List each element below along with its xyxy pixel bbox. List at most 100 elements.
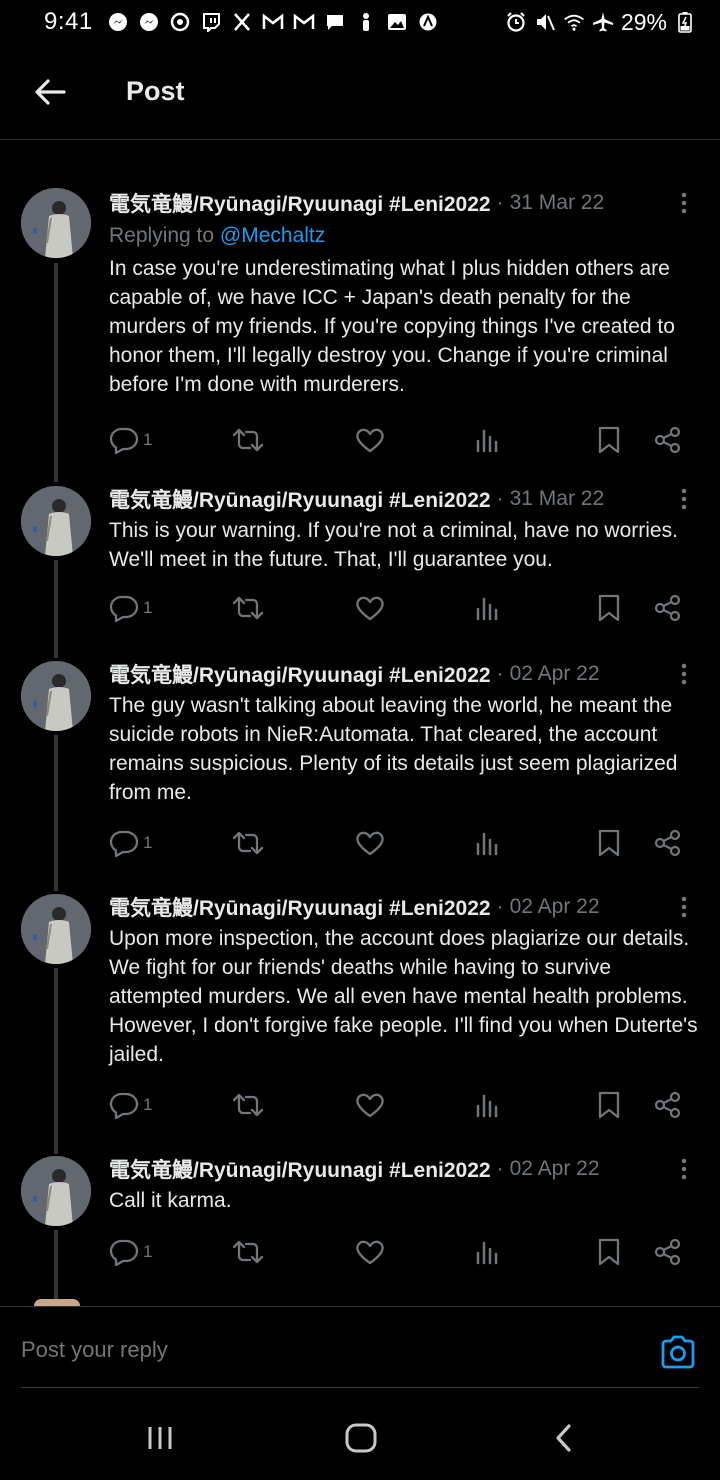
arrow-left-icon: [35, 78, 66, 105]
post-date[interactable]: 02 Apr 22: [510, 895, 600, 919]
page-title: Post: [126, 76, 185, 106]
reply-composer: [0, 1306, 720, 1388]
like-button[interactable]: [355, 1232, 385, 1272]
post-header: 電気竜鰻/Ryūnagi/Ryuunagi #Leni2022 · 02 Apr…: [109, 889, 700, 925]
twitch-icon: [200, 11, 222, 33]
share-button[interactable]: [653, 1085, 683, 1125]
post-date[interactable]: 02 Apr 22: [510, 1157, 600, 1181]
post-date[interactable]: 31 Mar 22: [510, 191, 605, 215]
views-button[interactable]: [473, 420, 501, 460]
reply-button[interactable]: 1: [109, 1232, 152, 1272]
back-nav-button[interactable]: [543, 1422, 583, 1454]
more-vertical-icon: [681, 192, 687, 214]
share-button[interactable]: [653, 1232, 683, 1272]
share-button[interactable]: [653, 823, 683, 863]
like-button[interactable]: [355, 588, 385, 628]
views-button[interactable]: [473, 588, 501, 628]
avatar[interactable]: [21, 1156, 91, 1226]
views-button[interactable]: [473, 1085, 501, 1125]
like-button[interactable]: [355, 823, 385, 863]
threads-icon: [169, 11, 191, 33]
reply-button[interactable]: 1: [109, 420, 152, 460]
heart-icon: [356, 596, 384, 621]
post-header: 電気竜鰻/Ryūnagi/Ryuunagi #Leni2022 · 02 Apr…: [109, 656, 700, 692]
home-icon: [345, 1423, 377, 1453]
recent-apps-icon: [148, 1427, 172, 1449]
post-date[interactable]: 31 Mar 22: [510, 487, 605, 511]
home-button[interactable]: [341, 1422, 381, 1454]
author-name[interactable]: 電気竜鰻/Ryūnagi/Ryuunagi #Leni2022: [109, 1154, 491, 1184]
views-button[interactable]: [473, 1232, 501, 1272]
bookmark-button[interactable]: [596, 1085, 622, 1125]
post-date[interactable]: 02 Apr 22: [510, 662, 600, 686]
reply-count: 1: [143, 833, 153, 852]
avatar[interactable]: [21, 661, 91, 731]
repost-button[interactable]: [231, 1232, 265, 1272]
more-options-button[interactable]: [672, 481, 696, 517]
author-name[interactable]: 電気竜鰻/Ryūnagi/Ryuunagi #Leni2022: [109, 659, 491, 689]
separator-dot: ·: [496, 662, 504, 685]
post-actions: 1: [109, 1085, 700, 1125]
reply-icon: [109, 1092, 139, 1119]
bookmark-icon: [598, 1238, 620, 1266]
camera-icon: [661, 1335, 695, 1369]
chevron-left-icon: [556, 1424, 571, 1452]
reply-input[interactable]: [21, 1337, 581, 1363]
repost-icon: [232, 831, 264, 855]
messenger-icon: [138, 11, 160, 33]
author-name[interactable]: 電気竜鰻/Ryūnagi/Ryuunagi #Leni2022: [109, 188, 491, 218]
like-button[interactable]: [355, 420, 385, 460]
more-options-button[interactable]: [672, 1151, 696, 1187]
repost-button[interactable]: [231, 1085, 265, 1125]
views-chart-icon: [476, 832, 498, 856]
battery-percent: 29%: [620, 8, 667, 35]
more-options-button[interactable]: [672, 656, 696, 692]
post-actions: 1: [109, 823, 700, 863]
post[interactable]: 電気竜鰻/Ryūnagi/Ryuunagi #Leni2022 · 31 Mar…: [0, 481, 720, 628]
reply-count: 1: [143, 430, 153, 449]
bookmark-button[interactable]: [596, 420, 622, 460]
views-chart-icon: [476, 429, 498, 453]
reply-button[interactable]: 1: [109, 823, 152, 863]
mention-link[interactable]: @Mechaltz: [220, 224, 325, 247]
reply-button[interactable]: 1: [109, 588, 152, 628]
repost-button[interactable]: [231, 588, 265, 628]
camera-button[interactable]: [660, 1335, 696, 1369]
post[interactable]: 電気竜鰻/Ryūnagi/Ryuunagi #Leni2022 · 02 Apr…: [0, 1151, 720, 1272]
post[interactable]: 電気竜鰻/Ryūnagi/Ryuunagi #Leni2022 · 02 Apr…: [0, 889, 720, 1125]
post-text: The guy wasn't talking about leaving the…: [109, 694, 678, 804]
separator-dot: ·: [496, 191, 504, 214]
bookmark-button[interactable]: [596, 588, 622, 628]
avatar[interactable]: [21, 188, 91, 258]
more-options-button[interactable]: [672, 185, 696, 221]
share-button[interactable]: [653, 420, 683, 460]
author-name[interactable]: 電気竜鰻/Ryūnagi/Ryuunagi #Leni2022: [109, 892, 491, 922]
avatar[interactable]: [21, 486, 91, 556]
views-chart-icon: [476, 1241, 498, 1265]
repost-button[interactable]: [231, 823, 265, 863]
gallery-icon: [386, 11, 408, 33]
avatar[interactable]: [21, 894, 91, 964]
post[interactable]: 電気竜鰻/Ryūnagi/Ryuunagi #Leni2022 · 31 Mar…: [0, 185, 720, 460]
recent-apps-button[interactable]: [140, 1422, 180, 1454]
separator-dot: ·: [496, 487, 504, 510]
views-button[interactable]: [473, 823, 501, 863]
more-vertical-icon: [681, 1158, 687, 1180]
author-name[interactable]: 電気竜鰻/Ryūnagi/Ryuunagi #Leni2022: [109, 484, 491, 514]
back-button[interactable]: [0, 44, 100, 140]
thread-feed[interactable]: 電気竜鰻/Ryūnagi/Ryuunagi #Leni2022 · 31 Mar…: [0, 141, 720, 1306]
more-options-button[interactable]: [672, 889, 696, 925]
post-header: 電気竜鰻/Ryūnagi/Ryuunagi #Leni2022 · 02 Apr…: [109, 1151, 700, 1187]
views-chart-icon: [476, 597, 498, 621]
bookmark-button[interactable]: [596, 1232, 622, 1272]
more-vertical-icon: [681, 488, 687, 510]
post-text: This is your warning. If you're not a cr…: [109, 519, 678, 571]
reply-button[interactable]: 1: [109, 1085, 152, 1125]
bookmark-button[interactable]: [596, 823, 622, 863]
repost-button[interactable]: [231, 420, 265, 460]
like-button[interactable]: [355, 1085, 385, 1125]
post[interactable]: 電気竜鰻/Ryūnagi/Ryuunagi #Leni2022 · 02 Apr…: [0, 656, 720, 863]
system-navigation-bar: [0, 1390, 720, 1480]
repost-icon: [232, 596, 264, 620]
share-button[interactable]: [653, 588, 683, 628]
